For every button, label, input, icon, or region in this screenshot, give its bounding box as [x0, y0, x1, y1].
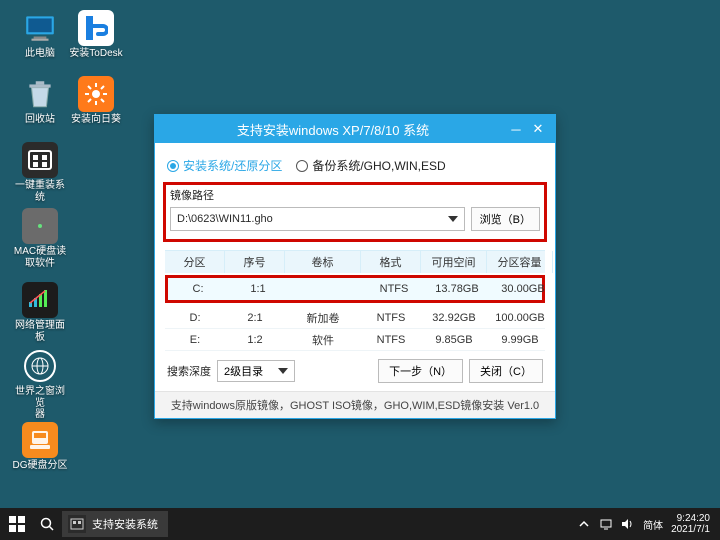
col-size: 分区容量	[487, 251, 553, 273]
desktop-icon-install-sunflower[interactable]: 安装向日葵	[68, 76, 124, 126]
desktop-icon-network-panel[interactable]: 网络管理面板	[12, 282, 68, 343]
chevron-down-icon	[278, 368, 288, 374]
search-depth-select[interactable]: 2级目录	[217, 360, 295, 382]
taskbar-app-icon	[68, 515, 86, 533]
desktop-icon-label: DG硬盘分区	[13, 460, 68, 472]
system-tray: 简体 9:24:20 2021/7/1	[567, 513, 720, 535]
desktop-icon-label: 安装ToDesk	[69, 48, 122, 60]
tray-clock[interactable]: 9:24:20 2021/7/1	[671, 513, 710, 535]
mode-radio-group: 安装系统/还原分区 备份系统/GHO,WIN,ESD	[165, 153, 545, 182]
installer-window: 支持安装windows XP/7/8/10 系统 ─ ✕ 安装系统/还原分区 备…	[154, 114, 556, 419]
bottom-controls: 搜索深度 2级目录 下一步（N） 关闭（C）	[165, 351, 545, 385]
tray-volume-icon[interactable]	[621, 517, 635, 531]
chevron-down-icon	[448, 216, 458, 222]
browse-button[interactable]: 浏览（B）	[471, 207, 540, 231]
pc-icon	[22, 10, 58, 46]
onekey-icon	[22, 142, 58, 178]
taskbar-app[interactable]: 支持安装系统	[62, 511, 168, 537]
image-path-value: D:\0623\WIN11.gho	[177, 213, 273, 225]
todesk-icon	[78, 10, 114, 46]
search-depth-value: 2级目录	[224, 363, 263, 379]
tray-network-icon[interactable]	[599, 517, 613, 531]
radio-circle-icon	[167, 160, 179, 172]
col-index: 序号	[225, 251, 285, 273]
col-label: 卷标	[285, 251, 361, 273]
browser-icon	[22, 348, 58, 384]
taskbar: 支持安装系统 简体 9:24:20 2021/7/1	[0, 508, 720, 540]
desktop-icon-install-todesk[interactable]: 安装ToDesk	[68, 10, 124, 60]
desktop-icon-label: 安装向日葵	[71, 114, 121, 126]
close-dialog-button[interactable]: 关闭（C）	[469, 359, 543, 383]
radio-circle-icon	[296, 160, 308, 172]
tray-time: 9:24:20	[671, 513, 710, 524]
desktop-icon-label: 一键重装系统	[12, 180, 68, 203]
dg-icon	[22, 422, 58, 458]
image-path-section: 镜像路径 D:\0623\WIN11.gho 浏览（B）	[163, 182, 547, 242]
tray-date: 2021/7/1	[671, 524, 710, 535]
window-content: 安装系统/还原分区 备份系统/GHO,WIN,ESD 镜像路径 D:\0623\…	[155, 143, 555, 391]
search-icon[interactable]	[34, 508, 60, 540]
minimize-button[interactable]: ─	[505, 120, 527, 138]
table-header-row: 分区 序号 卷标 格式 可用空间 分区容量	[165, 251, 545, 273]
partition-table: 分区 序号 卷标 格式 可用空间 分区容量 C: 1:1 NTFS 13.78G…	[165, 250, 545, 351]
desktop-icon-label: 世界之窗浏览 器	[12, 386, 68, 421]
sunflower-icon	[78, 76, 114, 112]
desktop-icon-this-pc[interactable]: 此电脑	[12, 10, 68, 60]
radio-label: 安装系统/还原分区	[183, 157, 282, 174]
window-footer: 支持windows原版镜像，GHOST ISO镜像，GHO,WIM,ESD镜像安…	[155, 391, 555, 418]
close-button[interactable]: ✕	[527, 120, 549, 138]
radio-label: 备份系统/GHO,WIN,ESD	[312, 157, 445, 174]
image-path-label: 镜像路径	[170, 187, 540, 203]
table-row[interactable]: C: 1:1 NTFS 13.78GB 30.00GB	[168, 278, 542, 300]
mac-disk-icon	[22, 208, 58, 244]
col-free: 可用空间	[421, 251, 487, 273]
recycle-bin-icon	[22, 76, 58, 112]
taskbar-app-label: 支持安装系统	[92, 516, 158, 532]
radio-install-restore[interactable]: 安装系统/还原分区	[167, 157, 282, 174]
tray-chevron-up-icon[interactable]	[577, 517, 591, 531]
window-title: 支持安装windows XP/7/8/10 系统	[161, 120, 505, 139]
titlebar[interactable]: 支持安装windows XP/7/8/10 系统 ─ ✕	[155, 115, 555, 143]
search-depth-label: 搜索深度	[167, 363, 211, 379]
tray-ime[interactable]: 简体	[643, 517, 663, 532]
table-body: D: 2:1 新加卷 NTFS 32.92GB 100.00GB E: 1:2 …	[165, 307, 545, 351]
col-drive: 分区	[165, 251, 225, 273]
desktop-icon-recycle-bin[interactable]: 回收站	[12, 76, 68, 126]
desktop-icon-label: 网络管理面板	[12, 320, 68, 343]
next-button[interactable]: 下一步（N）	[378, 359, 463, 383]
network-icon	[22, 282, 58, 318]
desktop-icon-dg-partition[interactable]: DG硬盘分区	[12, 422, 68, 472]
desktop-icon-label: MAC硬盘读 取软件	[14, 246, 66, 269]
image-path-dropdown[interactable]: D:\0623\WIN11.gho	[170, 207, 465, 231]
col-format: 格式	[361, 251, 421, 273]
table-row[interactable]: E: 1:2 软件 NTFS 9.85GB 9.99GB	[165, 329, 545, 351]
desktop-icon-onekey-reinstall[interactable]: 一键重装系统	[12, 142, 68, 203]
table-row[interactable]: D: 2:1 新加卷 NTFS 32.92GB 100.00GB	[165, 307, 545, 329]
desktop-icon-label: 此电脑	[25, 48, 55, 60]
desktop-icon-label: 回收站	[25, 114, 55, 126]
selected-row-highlight: C: 1:1 NTFS 13.78GB 30.00GB	[165, 275, 545, 303]
radio-backup[interactable]: 备份系统/GHO,WIN,ESD	[296, 157, 445, 174]
desktop-icon-world-browser[interactable]: 世界之窗浏览 器	[12, 348, 68, 421]
start-button[interactable]	[0, 508, 34, 540]
desktop-icon-mac-disk-reader[interactable]: MAC硬盘读 取软件	[12, 208, 68, 269]
